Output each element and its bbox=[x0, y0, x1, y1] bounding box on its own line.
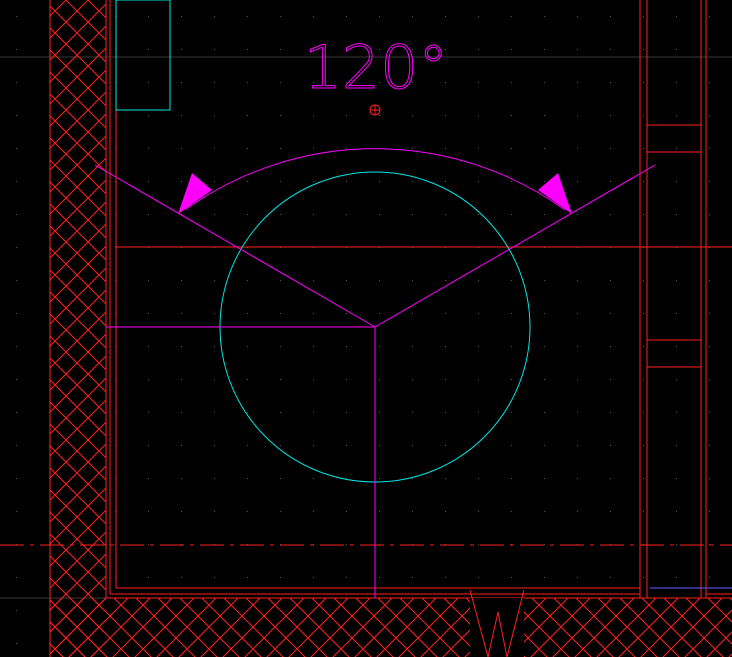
bottom-wall[interactable] bbox=[50, 587, 732, 657]
left-wall[interactable] bbox=[49, 0, 117, 657]
dimension-angle-label[interactable]: 120° bbox=[303, 33, 449, 104]
crosshair-circle-icon bbox=[369, 104, 381, 116]
cad-drawing-canvas[interactable]: 120° bbox=[0, 0, 732, 657]
